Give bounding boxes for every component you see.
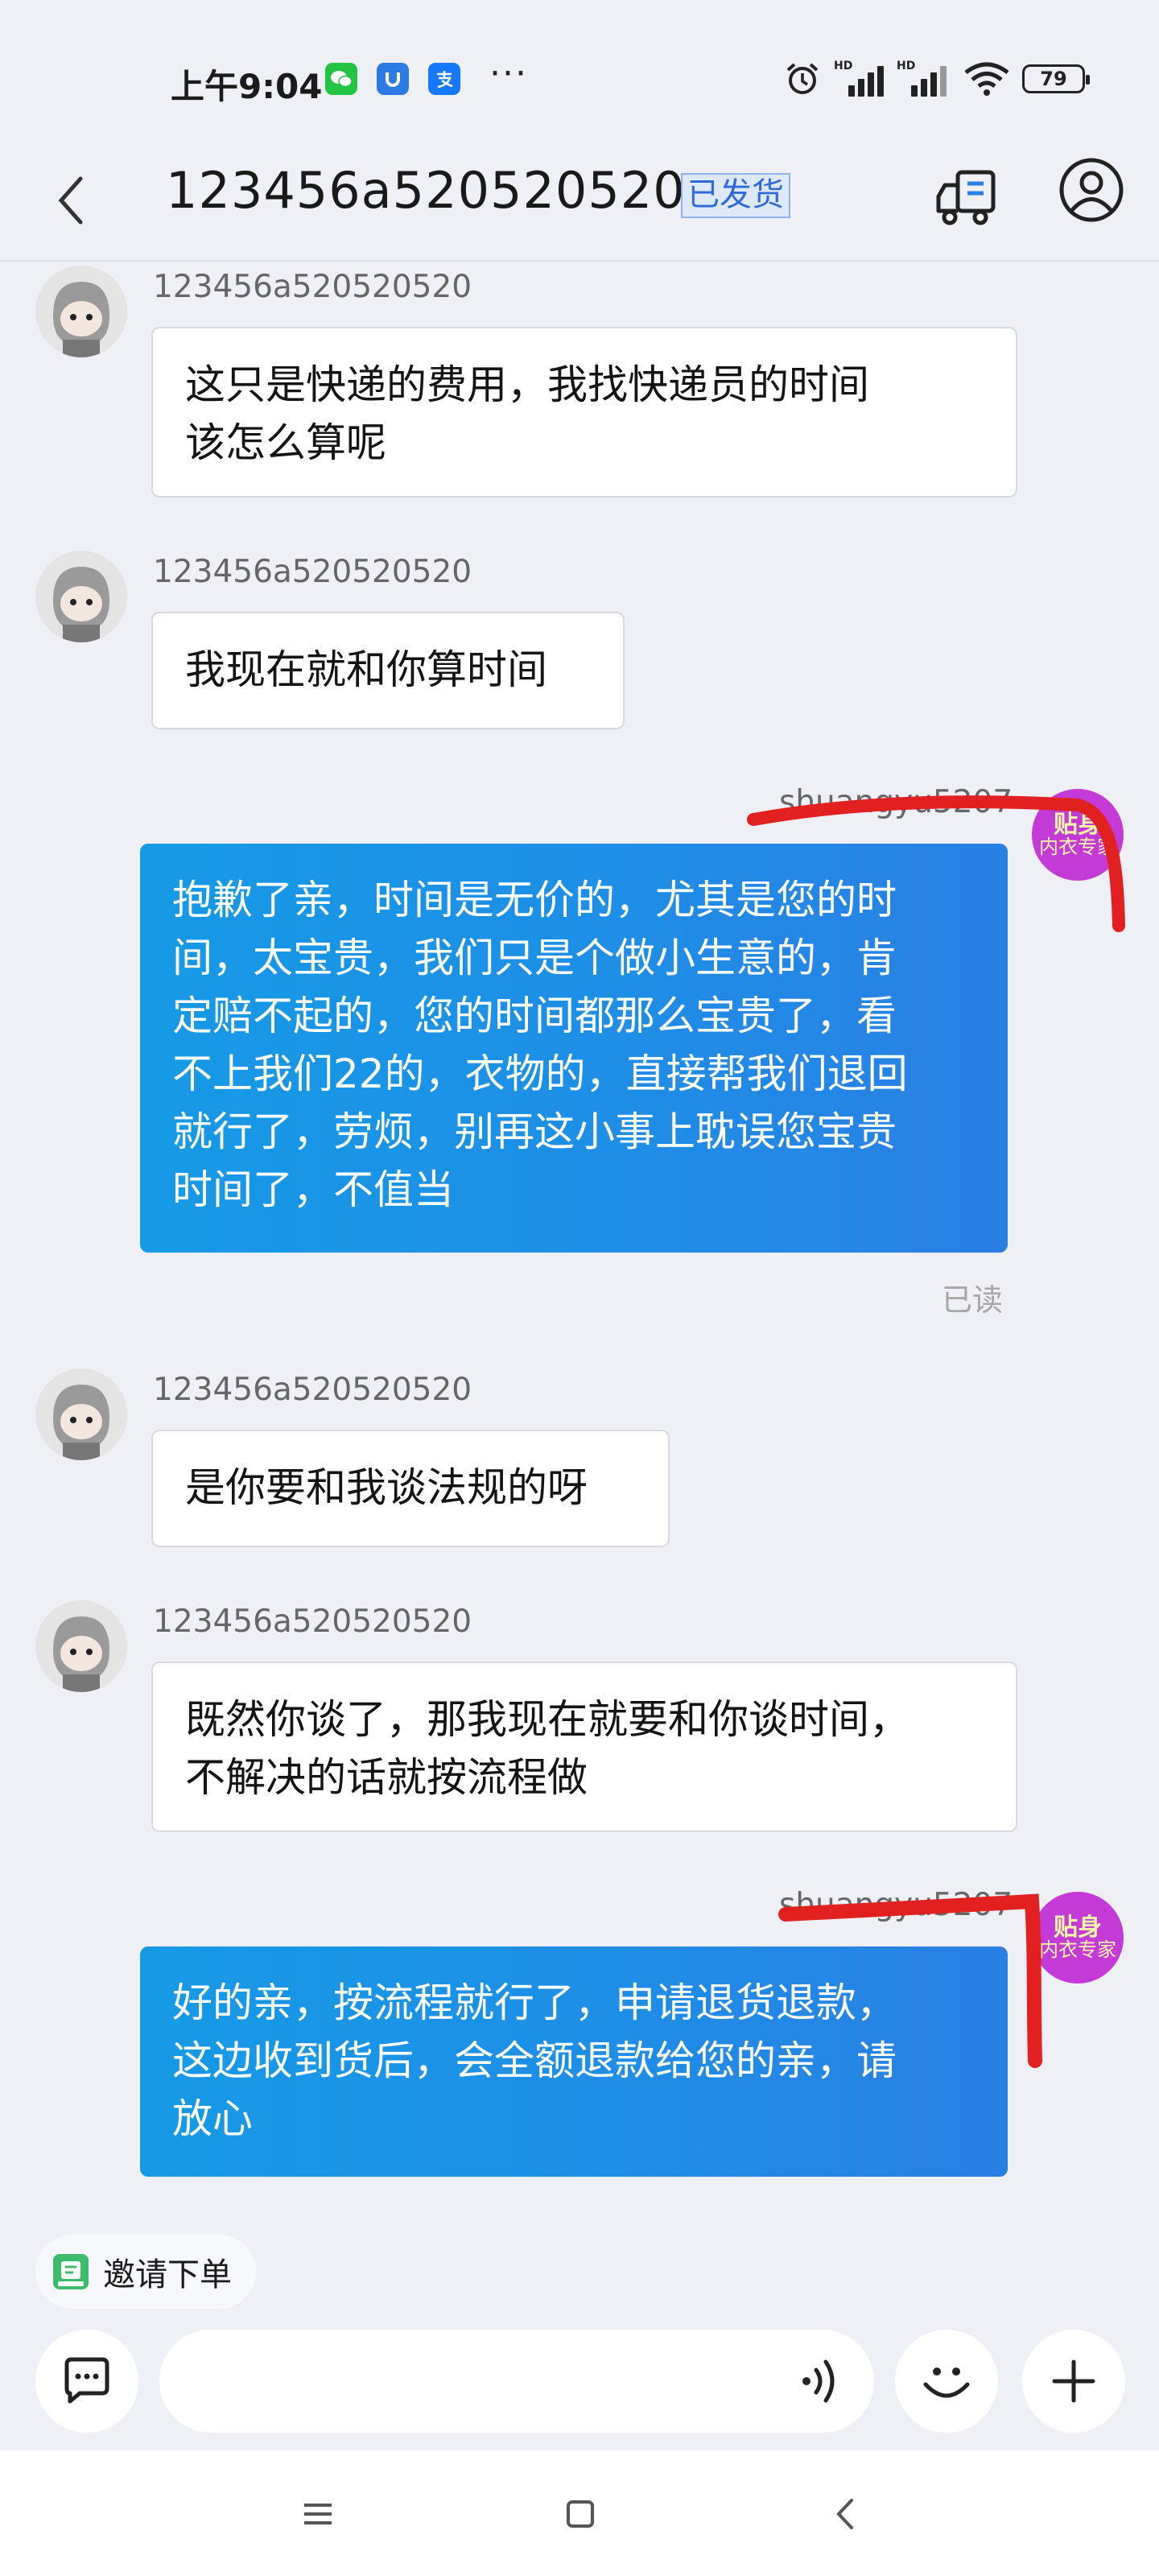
message-line: 抱歉了亲，时间是无价的，尤其是您的时 bbox=[172, 877, 897, 923]
back-icon[interactable] bbox=[52, 172, 92, 229]
message-bubble[interactable]: 这只是快递的费用，我找快递员的时间 该怎么算呢 bbox=[151, 327, 1017, 497]
alipay-icon bbox=[428, 63, 460, 95]
alarm-icon bbox=[786, 63, 819, 94]
order-status-badge: 已发货 bbox=[681, 173, 790, 218]
emoji-button[interactable] bbox=[895, 2330, 998, 2433]
message-line: 不解决的话就按流程做 bbox=[185, 1754, 588, 1801]
emoji-icon bbox=[923, 2368, 970, 2398]
shop-avatar-line2: 内衣专家 bbox=[1039, 836, 1116, 859]
quick-reply-button[interactable] bbox=[35, 2330, 138, 2433]
message-bubble[interactable]: 抱歉了亲，时间是无价的，尤其是您的时 间，太宝贵，我们只是个做小生意的，肯 定赔… bbox=[140, 844, 1008, 1253]
shop-avatar[interactable]: 贴身 内衣专家 bbox=[1032, 789, 1124, 881]
sender-name: 123456a520520520 bbox=[153, 554, 472, 590]
message-bubble[interactable]: 是你要和我谈法规的呀 bbox=[151, 1430, 670, 1547]
sender-name: shuangyu5207 bbox=[779, 784, 1013, 820]
avatar[interactable] bbox=[35, 1600, 127, 1692]
avatar[interactable] bbox=[35, 1368, 127, 1460]
message-line: 这边收到货后，会全额退款给您的亲，请 bbox=[172, 2037, 897, 2084]
signal-1-icon: HD bbox=[834, 60, 890, 97]
message-line: 这只是快递的费用，我找快递员的时间 bbox=[185, 361, 869, 408]
home-icon[interactable] bbox=[552, 2486, 608, 2542]
message-line: 定赔不起的，您的时间都那么宝贵了，看 bbox=[172, 993, 897, 1039]
message-line: 放心 bbox=[172, 2095, 253, 2142]
message-line: 间，太宝贵，我们只是个做小生意的，肯 bbox=[172, 935, 897, 981]
chat-bubble-icon bbox=[64, 2357, 109, 2404]
message-bubble[interactable]: 好的亲，按流程就行了，申请退货退款， 这边收到货后，会全额退款给您的亲，请 放心 bbox=[140, 1946, 1008, 2177]
menu-icon[interactable] bbox=[290, 2486, 346, 2542]
invite-order-label: 邀请下单 bbox=[103, 2256, 232, 2293]
back-nav-icon[interactable] bbox=[818, 2486, 874, 2542]
order-form-icon bbox=[53, 2254, 89, 2289]
shop-avatar-line1: 贴身 bbox=[1054, 810, 1102, 839]
avatar[interactable] bbox=[35, 551, 127, 642]
message-input[interactable] bbox=[159, 2330, 874, 2433]
message-line: 就行了，劳烦，别再这小事上耽误您宝贵 bbox=[172, 1108, 897, 1155]
message-line: 该怎么算呢 bbox=[185, 419, 386, 466]
page-title: 123456a520520520 bbox=[166, 161, 686, 220]
sender-name: 123456a520520520 bbox=[153, 269, 472, 305]
battery-indicator: 79 bbox=[1022, 64, 1090, 93]
message-line: 时间了，不值当 bbox=[172, 1166, 454, 1213]
system-navigation-bar bbox=[0, 2450, 1159, 2576]
status-time: 上午9:04 bbox=[171, 67, 323, 106]
wechat-icon bbox=[325, 63, 357, 95]
message-line: 好的亲，按流程就行了，申请退货退款， bbox=[172, 1979, 897, 2026]
message-line: 既然你谈了，那我现在就要和你谈时间， bbox=[185, 1696, 909, 1743]
read-status: 已读 bbox=[942, 1282, 1004, 1318]
wifi-icon bbox=[964, 62, 1009, 96]
avatar[interactable] bbox=[35, 266, 127, 357]
chat-screen: 上午9:04 ··· HD HD 79 123456a520520520 已发货… bbox=[0, 0, 1159, 2576]
user-profile-icon[interactable] bbox=[1058, 156, 1125, 224]
voice-icon[interactable] bbox=[798, 2355, 847, 2407]
sender-name: 123456a520520520 bbox=[153, 1604, 472, 1640]
hd-label: HD bbox=[834, 60, 853, 72]
sender-name: shuangyu5207 bbox=[779, 1887, 1013, 1923]
sender-name: 123456a520520520 bbox=[153, 1372, 472, 1408]
more-actions-button[interactable] bbox=[1022, 2330, 1125, 2433]
message-line: 不上我们22的，衣物的，直接帮我们退回 bbox=[172, 1051, 908, 1097]
chat-header: 123456a520520520 已发货 bbox=[0, 145, 1159, 262]
plus-icon bbox=[1052, 2359, 1095, 2403]
message-line: 我现在就和你算时间 bbox=[185, 646, 547, 693]
more-notifications-indicator: ··· bbox=[489, 53, 528, 94]
signal-2-icon: HD bbox=[897, 60, 953, 97]
shop-avatar-line2: 内衣专家 bbox=[1039, 1938, 1116, 1962]
app-shield-icon bbox=[377, 63, 409, 95]
shop-avatar-line1: 贴身 bbox=[1054, 1913, 1102, 1942]
status-bar: 上午9:04 ··· HD HD 79 bbox=[0, 0, 1159, 145]
message-bubble[interactable]: 我现在就和你算时间 bbox=[151, 612, 625, 729]
hd-label: HD bbox=[897, 60, 916, 72]
invite-order-button[interactable]: 邀请下单 bbox=[35, 2235, 256, 2309]
truck-icon[interactable] bbox=[934, 164, 1001, 232]
shop-avatar[interactable]: 贴身 内衣专家 bbox=[1032, 1892, 1124, 1984]
message-line: 是你要和我谈法规的呀 bbox=[185, 1464, 588, 1511]
message-bubble[interactable]: 既然你谈了，那我现在就要和你谈时间， 不解决的话就按流程做 bbox=[151, 1662, 1017, 1832]
message-input-bar bbox=[0, 2318, 1159, 2447]
